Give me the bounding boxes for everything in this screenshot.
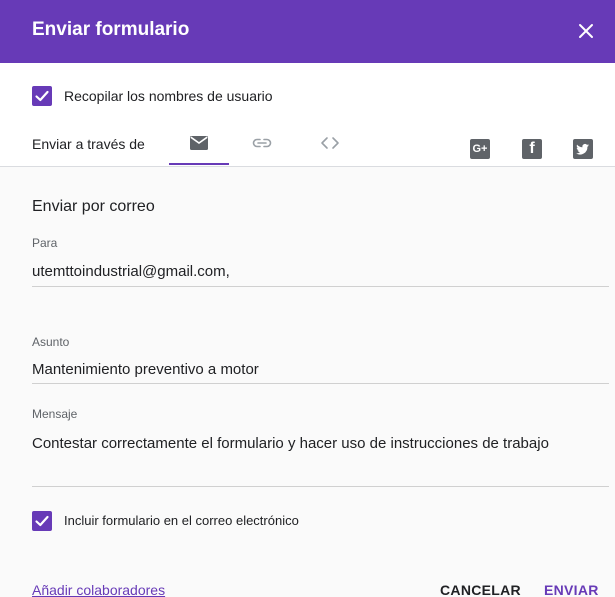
twitter-icon xyxy=(576,143,589,155)
close-icon xyxy=(579,24,593,38)
subject-underline xyxy=(32,383,609,384)
facebook-icon: f xyxy=(529,140,535,157)
send-via-label: Enviar a través de xyxy=(32,136,145,152)
message-underline xyxy=(32,486,609,487)
to-underline xyxy=(32,286,609,287)
tab-embed[interactable] xyxy=(300,126,360,166)
email-panel xyxy=(0,167,615,597)
include-form-label: Incluir formulario en el correo electrón… xyxy=(64,513,299,528)
embed-code-icon xyxy=(321,137,339,149)
include-form-checkbox[interactable] xyxy=(32,511,52,531)
link-icon xyxy=(252,138,272,148)
dialog-title: Enviar formulario xyxy=(32,19,190,40)
checkmark-icon xyxy=(35,515,49,527)
tab-email[interactable] xyxy=(169,126,229,166)
share-facebook-button[interactable]: f xyxy=(522,139,542,159)
cancel-button[interactable]: CANCELAR xyxy=(440,582,521,597)
dialog-header: Enviar formulario xyxy=(0,0,615,63)
message-label: Mensaje xyxy=(32,407,78,421)
email-section-title: Enviar por correo xyxy=(32,198,155,215)
share-twitter-button[interactable] xyxy=(573,139,593,159)
checkmark-icon xyxy=(35,90,49,102)
tab-link[interactable] xyxy=(232,126,292,166)
subject-input[interactable]: Mantenimiento preventivo a motor xyxy=(32,358,607,382)
google-plus-icon: G+ xyxy=(472,143,488,155)
subject-label: Asunto xyxy=(32,335,70,349)
message-textarea[interactable]: Contestar correctamente el formulario y … xyxy=(32,432,592,456)
close-button[interactable] xyxy=(571,16,601,46)
send-button[interactable]: ENVIAR xyxy=(544,582,599,597)
to-label: Para xyxy=(32,236,58,250)
add-collaborators-link[interactable]: Añadir colaboradores xyxy=(32,582,165,597)
collect-usernames-checkbox[interactable] xyxy=(32,86,52,106)
collect-usernames-label: Recopilar los nombres de usuario xyxy=(64,88,273,104)
email-icon xyxy=(190,136,208,150)
share-google-plus-button[interactable]: G+ xyxy=(470,139,490,159)
to-input[interactable]: utemttoindustrial@gmail.com, xyxy=(32,260,607,284)
tab-selected-indicator xyxy=(169,163,229,165)
